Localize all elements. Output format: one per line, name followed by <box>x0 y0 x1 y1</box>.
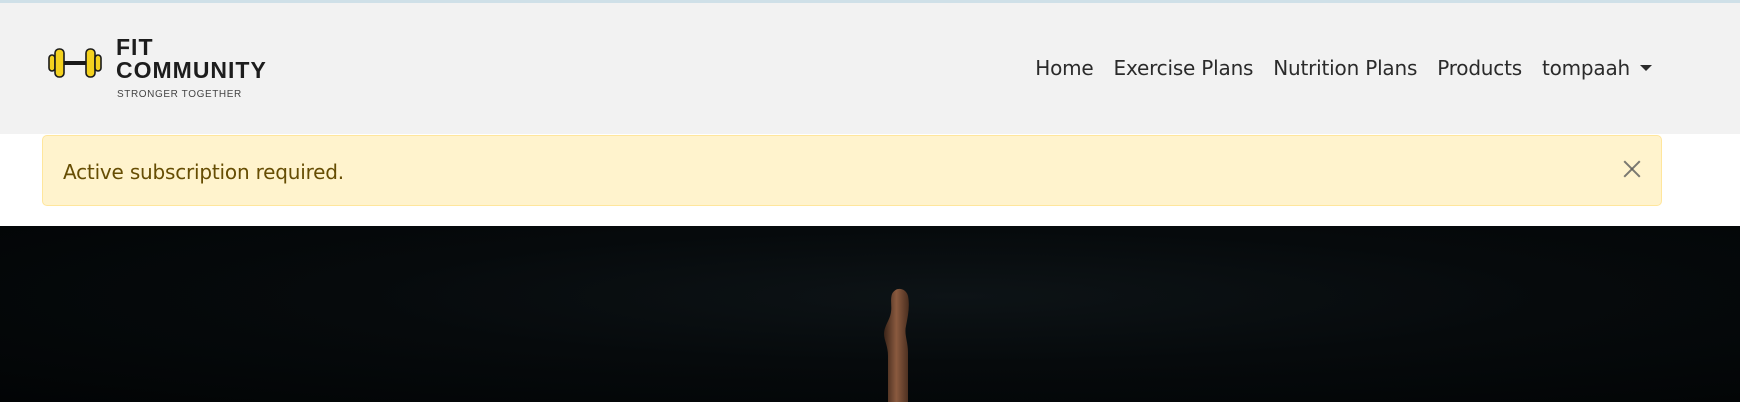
nav-home[interactable]: Home <box>1035 56 1093 80</box>
dumbbell-icon <box>48 48 102 78</box>
nav-nutrition-plans[interactable]: Nutrition Plans <box>1273 56 1417 80</box>
user-menu-toggle[interactable]: tompaah <box>1542 56 1652 80</box>
nav-products[interactable]: Products <box>1437 56 1522 80</box>
brand-title: FIT COMMUNITY <box>116 36 267 82</box>
close-icon[interactable] <box>1623 160 1641 178</box>
subscription-alert: Active subscription required. <box>42 135 1662 206</box>
brand-title-line1: FIT <box>116 34 154 60</box>
user-name: tompaah <box>1541 56 1630 80</box>
caret-down-icon <box>1640 65 1652 71</box>
brand-tagline: STRONGER TOGETHER <box>117 89 242 100</box>
brand-title-line2: COMMUNITY <box>116 57 267 83</box>
hero-image <box>0 226 1740 402</box>
navbar: FIT COMMUNITY STRONGER TOGETHER Home Exe… <box>0 3 1740 134</box>
alert-message: Active subscription required. <box>63 160 344 184</box>
main-nav: Home Exercise Plans Nutrition Plans Prod… <box>1015 56 1652 80</box>
nav-exercise-plans[interactable]: Exercise Plans <box>1114 56 1254 80</box>
athlete-leg-image <box>884 289 909 402</box>
